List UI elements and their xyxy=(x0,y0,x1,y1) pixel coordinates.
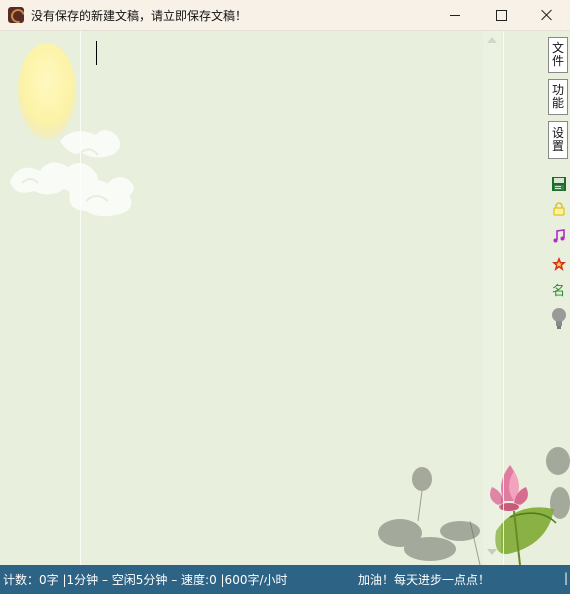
text-editor[interactable] xyxy=(0,31,570,565)
minimize-button[interactable] xyxy=(432,0,478,30)
svg-text:名: 名 xyxy=(552,283,565,298)
maximize-icon xyxy=(495,9,507,21)
status-bar: 计数：0字 |1分钟 – 空闲5分钟 – 速度:0 |600字/小时 加油！每天… xyxy=(0,565,570,594)
window-title: 没有保存的新建文稿，请立即保存文稿！ xyxy=(31,8,248,23)
name-icon[interactable]: 名 xyxy=(551,282,567,298)
star-icon[interactable] xyxy=(551,256,567,272)
save-icon[interactable] xyxy=(551,176,567,192)
file-menu-char-2: 件 xyxy=(551,54,564,68)
status-edge-mark: | xyxy=(564,571,569,585)
minimize-icon xyxy=(450,14,460,16)
lock-icon[interactable] xyxy=(551,201,567,217)
settings-menu-char-2: 置 xyxy=(551,139,564,153)
status-stats: 计数：0字 |1分钟 – 空闲5分钟 – 速度:0 |600字/小时 xyxy=(3,573,288,587)
right-margin-line xyxy=(503,31,504,565)
music-icon[interactable] xyxy=(551,228,567,244)
scroll-up-arrow-icon[interactable] xyxy=(487,37,497,43)
function-menu-button[interactable]: 功 能 xyxy=(548,79,568,115)
maximize-button[interactable] xyxy=(478,0,524,30)
scroll-down-arrow-icon[interactable] xyxy=(487,549,497,555)
app-logo-icon xyxy=(8,7,24,23)
close-icon xyxy=(541,9,553,21)
left-margin-line xyxy=(80,31,81,565)
text-cursor xyxy=(96,41,97,65)
bulb-icon[interactable] xyxy=(551,307,567,331)
close-button[interactable] xyxy=(524,0,570,30)
window-controls xyxy=(432,0,570,30)
lotus-painting-decoration xyxy=(378,447,570,565)
title-bar: 没有保存的新建文稿，请立即保存文稿！ xyxy=(0,0,570,31)
status-motto: 加油！每天进步一点点！ xyxy=(358,573,491,587)
settings-menu-button[interactable]: 设 置 xyxy=(548,121,568,159)
file-menu-button[interactable]: 文 件 xyxy=(548,37,568,73)
vertical-scrollbar[interactable] xyxy=(483,31,501,565)
function-menu-char-2: 能 xyxy=(551,96,564,110)
